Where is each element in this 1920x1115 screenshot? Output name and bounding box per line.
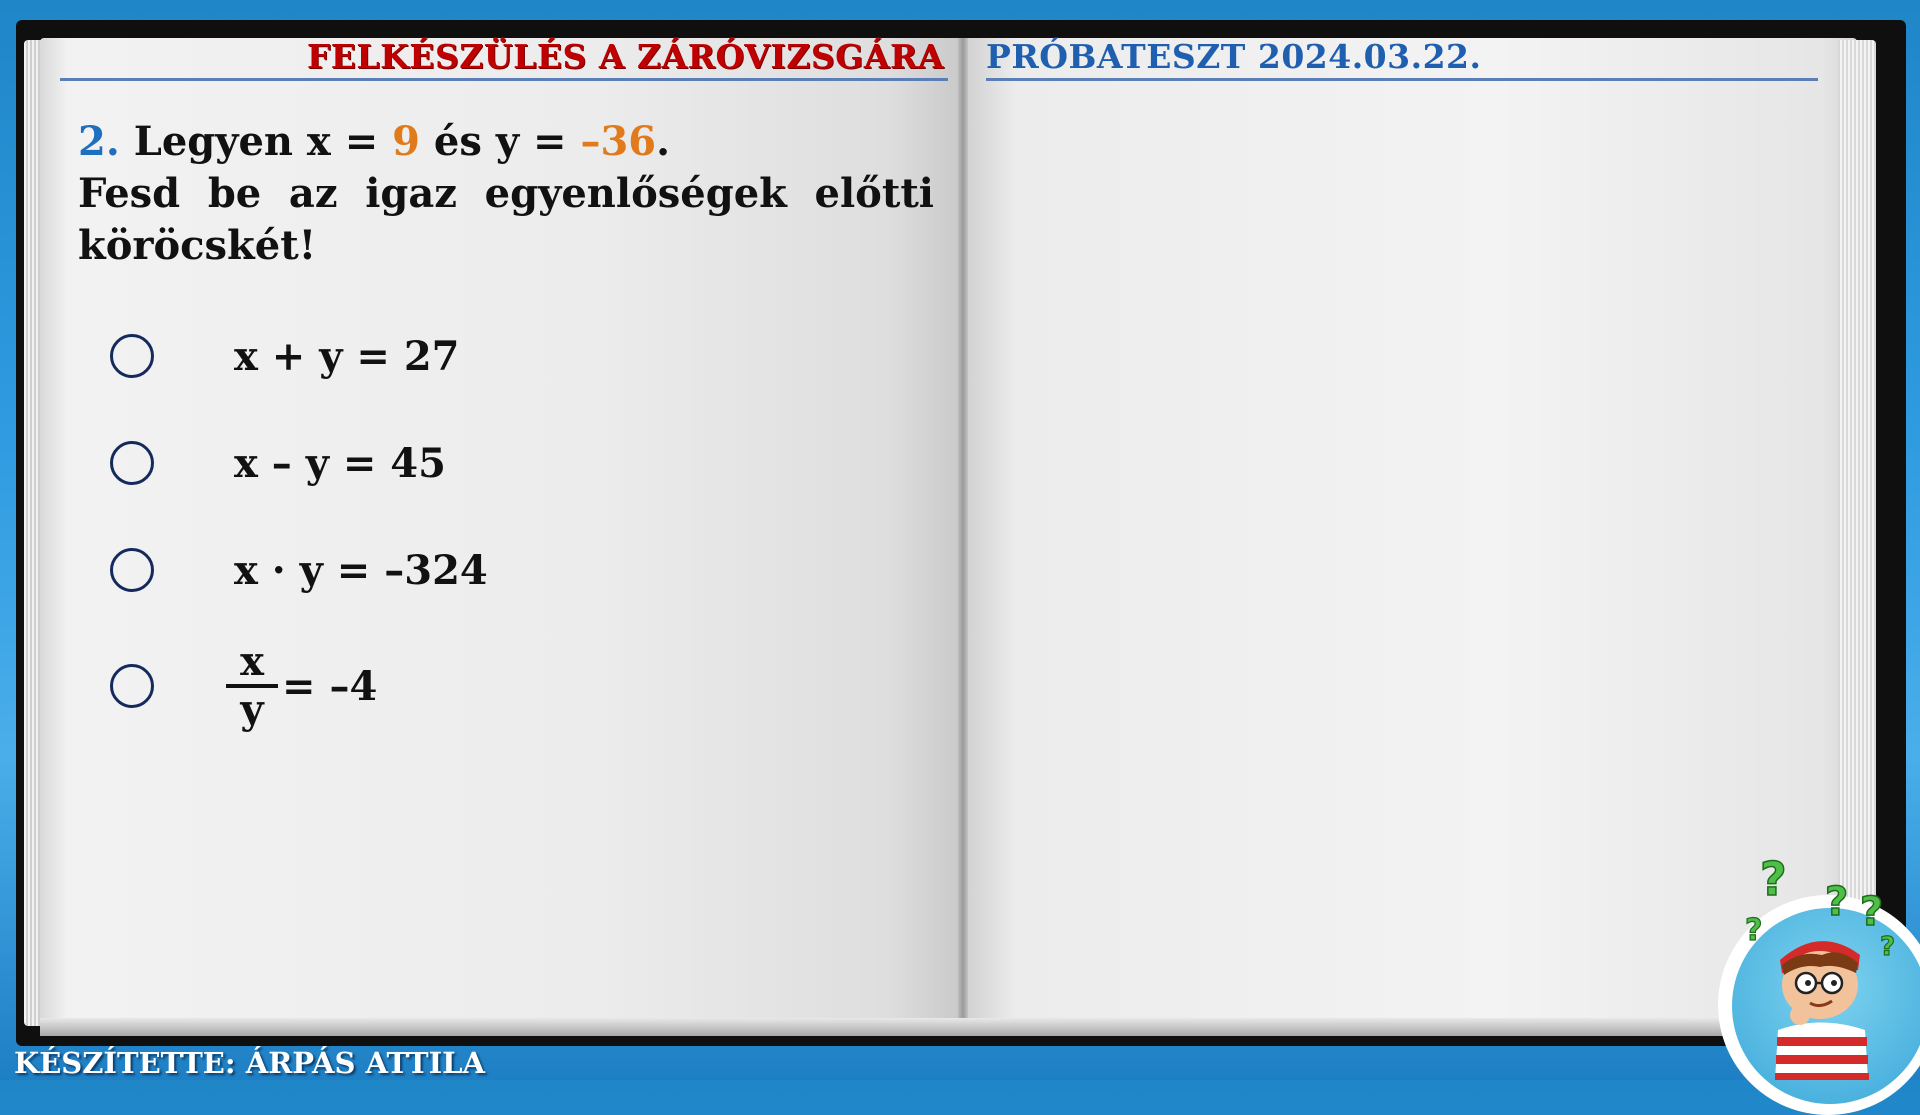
header-left-title: FELKÉSZÜLÉS A ZÁRÓVIZSGÁRA [306,37,944,76]
option-2: x – y = 45 [110,433,710,493]
thinking-boy-with-question-marks-icon: ? ? ? ? ? [1744,855,1896,1080]
question-text-a: Legyen x = [119,118,393,165]
page-bottom-edge [40,1018,1858,1036]
option-4-radio[interactable] [110,664,154,708]
option-2-radio[interactable] [110,441,154,485]
x-value: 9 [392,118,420,165]
option-4-label: = –4 [282,662,378,710]
option-3-radio[interactable] [110,548,154,592]
fraction-denominator: y [240,686,264,733]
svg-text:?: ? [1825,879,1848,925]
option-4: x y = –4 [110,640,710,732]
option-1-radio[interactable] [110,334,154,378]
fraction-numerator: x [240,638,264,685]
header-right-title: PRÓBATESZT 2024.03.22. [986,37,1482,76]
right-page [962,38,1857,1028]
header-right: PRÓBATESZT 2024.03.22. [986,36,1818,81]
question-statement: 2. Legyen x = 9 és y = –36. [78,116,934,168]
question-instruction: Fesd be az igaz egyenlőségek előtti körö… [78,170,934,269]
svg-text:?: ? [1860,889,1883,935]
question-text-end: . [656,118,671,165]
option-4-fraction: x y = –4 [226,640,377,732]
header-left: FELKÉSZÜLÉS A ZÁRÓVIZSGÁRA [60,36,948,81]
book-spine [958,38,968,1028]
option-1: x + y = 27 [110,326,710,386]
option-1-label: x + y = 27 [234,332,460,380]
author-credit: KÉSZÍTETTE: ÁRPÁS ATTILA [14,1046,486,1080]
svg-text:?: ? [1880,932,1895,962]
option-3: x · y = –324 [110,540,710,600]
option-2-label: x – y = 45 [234,439,446,487]
question-block: 2. Legyen x = 9 és y = –36. Fesd be az i… [78,116,934,272]
question-number: 2. [78,118,120,165]
option-3-label: x · y = –324 [234,546,488,594]
fraction-stack: x y [226,640,278,732]
question-text-b: és y = [420,118,581,165]
y-value: –36 [580,118,657,165]
svg-text:?: ? [1760,855,1787,906]
svg-text:?: ? [1745,913,1762,948]
